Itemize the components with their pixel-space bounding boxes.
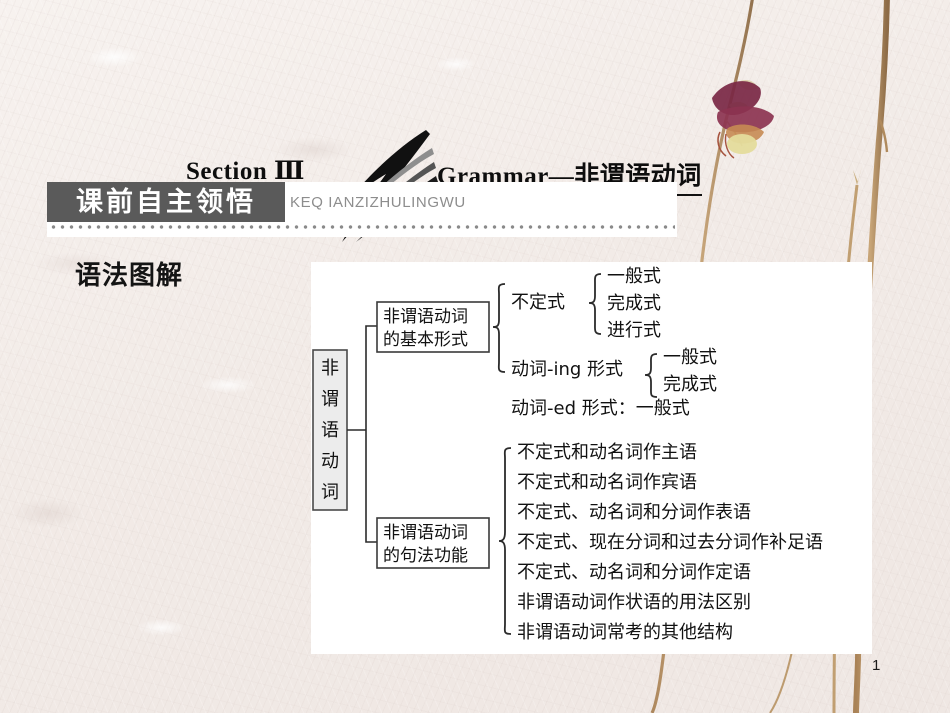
node-infinitive-simple: 一般式: [607, 266, 661, 287]
function-item-5: 不定式、动名词和分词作定语: [517, 562, 751, 583]
branch-box-syntactic-line1: 非谓语动词: [383, 523, 468, 543]
function-item-1: 不定式和动名词作主语: [517, 442, 697, 463]
subheading: 语法图解: [75, 261, 184, 291]
brace-syntactic-functions: [498, 447, 512, 635]
title-row: Section Ⅲ Grammar—非谓语动词: [0, 72, 950, 242]
section-banner-dotted-rule: [49, 224, 675, 230]
section-banner-label: 课前自主领悟: [76, 186, 256, 218]
node-ed-form: 动词-ed 形式：一般式: [511, 398, 690, 419]
root-char-1: 谓: [321, 389, 339, 410]
node-ing-simple: 一般式: [663, 347, 717, 368]
brace-ing-form: [644, 353, 658, 398]
section-banner: 课前自主领悟 KEQ IANZIZHULINGWU: [47, 182, 677, 237]
branch-box-syntactic-line2: 的句法功能: [383, 546, 468, 566]
function-item-4: 不定式、现在分词和过去分词作补足语: [517, 532, 823, 553]
root-char-2: 语: [321, 420, 339, 441]
brace-basic-forms: [492, 283, 506, 373]
branch-box-basic-forms-line1: 非谓语动词: [383, 307, 468, 327]
brace-infinitive: [588, 273, 602, 335]
slide-canvas: Section Ⅲ Grammar—非谓语动词 课前自主领悟 KEQ IANZI…: [0, 0, 950, 713]
root-char-4: 词: [321, 482, 339, 503]
function-item-6: 非谓语动词作状语的用法区别: [517, 592, 751, 613]
root-connector: [347, 325, 377, 543]
section-banner-pinyin: KEQ IANZIZHULINGWU: [290, 194, 466, 211]
page-number: 1: [872, 657, 881, 674]
node-infinitive: 不定式: [511, 292, 565, 313]
grammar-tree-diagram: 非 谓 语 动 词 非谓语动词 的基本形式 不定式 一般式 完成式 进行式 动词…: [312, 266, 823, 643]
node-ing-form: 动词-ing 形式: [511, 359, 623, 380]
node-ing-perfect: 完成式: [663, 374, 717, 395]
section-banner-tag: 课前自主领悟: [47, 182, 285, 222]
root-char-3: 动: [321, 451, 339, 472]
grammar-diagram-panel: 非 谓 语 动 词 非谓语动词 的基本形式 不定式 一般式 完成式 进行式 动词…: [311, 262, 872, 654]
function-item-2: 不定式和动名词作宾语: [517, 472, 697, 493]
root-char-0: 非: [321, 358, 339, 379]
branch-box-basic-forms-line2: 的基本形式: [383, 330, 468, 350]
function-item-3: 不定式、动名词和分词作表语: [517, 502, 751, 523]
node-infinitive-progressive: 进行式: [607, 320, 661, 341]
function-item-7: 非谓语动词常考的其他结构: [517, 622, 733, 643]
node-infinitive-perfect: 完成式: [607, 293, 661, 314]
